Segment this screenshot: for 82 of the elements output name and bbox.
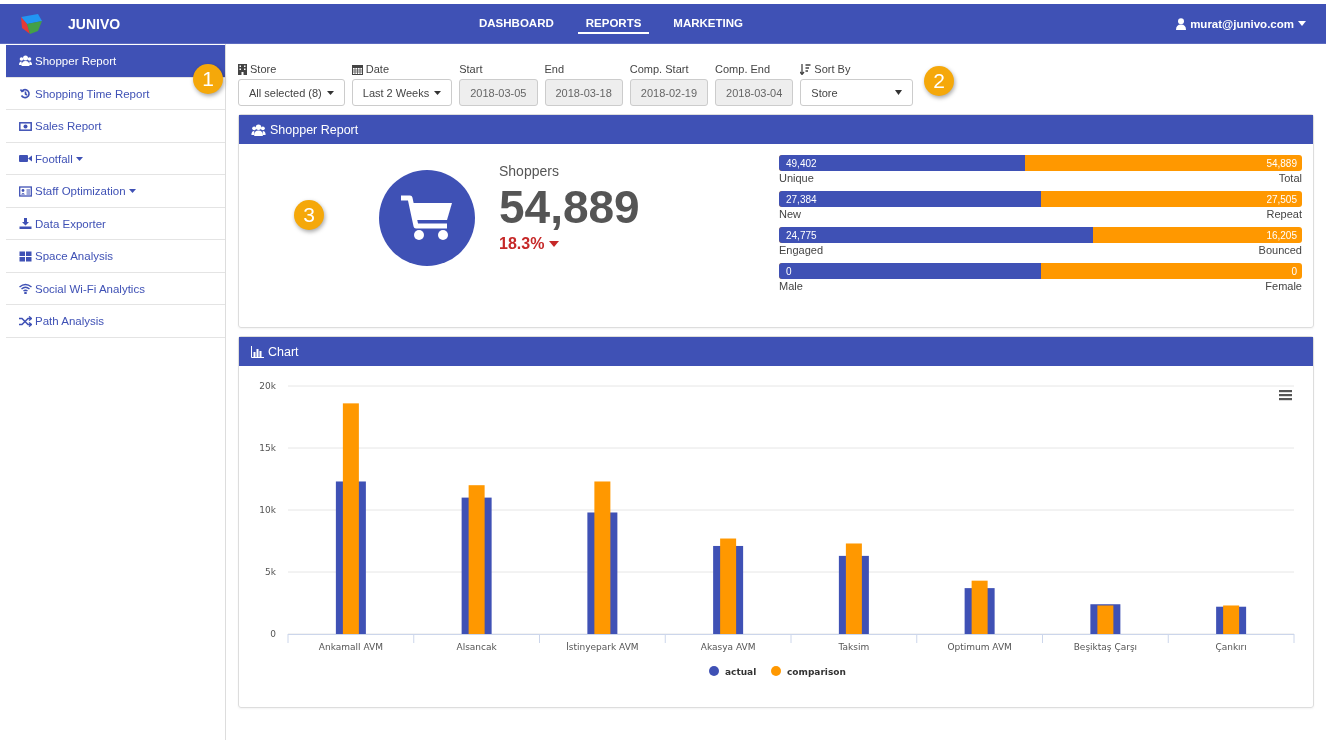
- sidebar-item[interactable]: Space Analysis: [6, 240, 225, 273]
- user-menu[interactable]: murat@junivo.com: [1176, 17, 1306, 30]
- legend-label[interactable]: actual: [725, 666, 757, 677]
- legend-label[interactable]: comparison: [787, 666, 846, 677]
- ratio-label: Male: [779, 280, 803, 292]
- callout-badge: 1: [193, 64, 223, 94]
- wifi-icon: [19, 283, 32, 294]
- user-icon: [1176, 17, 1187, 30]
- metric-value: 54,889: [499, 180, 641, 235]
- sidebar-item[interactable]: Path Analysis: [6, 305, 225, 338]
- x-tick-label: İstinyepark AVM: [566, 642, 639, 652]
- brand-name: JUNIVO: [68, 15, 121, 32]
- dropdown-button[interactable]: All selected (8): [238, 79, 345, 106]
- caret-icon: [895, 90, 903, 95]
- video-icon: [19, 153, 32, 164]
- panel-title: Shopper Report: [270, 122, 359, 137]
- ratio-bar: 49,402 54,889: [779, 155, 1302, 171]
- ratio-label: Total: [1278, 172, 1302, 184]
- filter-label: Date: [365, 63, 389, 75]
- x-tick-label: Çankırı: [1215, 642, 1247, 652]
- y-tick-label: 10k: [259, 505, 276, 515]
- ratio-bar: 27,384 27,505: [779, 191, 1302, 207]
- ratio-fill: 49,402: [779, 155, 1025, 171]
- nav-tab[interactable]: REPORTS: [577, 13, 650, 34]
- dropdown-button[interactable]: Last 2 Weeks: [351, 79, 453, 106]
- ratio-bar: 24,775 16,205: [779, 227, 1302, 243]
- sidebar-item[interactable]: Staff Optimization: [6, 175, 225, 208]
- ratio-label: New: [779, 208, 801, 220]
- sidebar-item[interactable]: Data Exporter: [6, 208, 225, 240]
- change-percent: 18.3%: [499, 235, 545, 253]
- ratio-bar: 0 0: [779, 263, 1302, 279]
- users-icon: [251, 123, 266, 136]
- x-tick-label: Beşiktaş Çarşı: [1073, 642, 1138, 652]
- filter-label: Comp. Start: [629, 63, 689, 75]
- callout-badge: 3: [294, 200, 324, 230]
- ratio-fill: 24,775: [779, 227, 1093, 243]
- filter-label: Sort By: [814, 63, 851, 75]
- ratio-label: Repeat: [1266, 208, 1302, 220]
- ratio-fill: 0: [779, 263, 1041, 279]
- x-tick-label: Akasya AVM: [700, 642, 756, 652]
- caret-icon: [1298, 21, 1306, 26]
- metric-label: Shoppers: [499, 163, 560, 179]
- download-icon: [19, 218, 32, 229]
- y-tick-label: 0: [270, 629, 276, 639]
- grid-icon: [19, 250, 32, 262]
- x-tick-label: Ankamall AVM: [318, 642, 383, 652]
- panel-title: Chart: [268, 344, 299, 359]
- filter-label: End: [544, 63, 565, 75]
- shuffle-icon: [19, 315, 32, 327]
- filter-label: Store: [250, 63, 277, 75]
- sidebar-item[interactable]: Sales Report: [6, 110, 225, 143]
- sidebar-item[interactable]: Social Wi-Fi Analytics: [6, 273, 225, 305]
- money-icon: [19, 120, 32, 132]
- ratio-label: Engaged: [779, 244, 824, 256]
- ratio-label: Bounced: [1258, 244, 1302, 256]
- x-tick-label: Alsancak: [456, 642, 497, 652]
- calendar-icon: [351, 63, 363, 75]
- nav-tab[interactable]: MARKETING: [665, 13, 751, 34]
- users-icon: [19, 55, 32, 66]
- caret-icon: [326, 90, 334, 95]
- y-tick-label: 15k: [259, 443, 276, 453]
- filter-label: Comp. End: [715, 63, 771, 75]
- sidebar-item[interactable]: Footfall: [6, 143, 225, 175]
- idcard-icon: [19, 185, 32, 197]
- logo-icon: [18, 12, 44, 35]
- x-tick-label: Taksim: [838, 642, 870, 652]
- bar-chart-icon: [251, 345, 264, 358]
- callout-badge: 2: [924, 66, 954, 96]
- menu-icon[interactable]: [1279, 390, 1292, 401]
- ratio-label: Unique: [779, 172, 814, 184]
- nav-tab[interactable]: DASHBOARD: [471, 13, 562, 34]
- caret-icon: [434, 90, 442, 95]
- history-icon: [19, 88, 32, 99]
- x-tick-label: Optimum AVM: [947, 642, 1012, 652]
- filter-label: Start: [459, 63, 483, 75]
- ratio-fill: 27,384: [779, 191, 1041, 207]
- ratio-label: Female: [1265, 280, 1302, 292]
- sort-icon: [800, 63, 812, 75]
- select-field[interactable]: Store: [800, 79, 914, 106]
- building-icon: [238, 63, 247, 75]
- y-tick-label: 20k: [259, 381, 276, 391]
- y-tick-label: 5k: [265, 567, 276, 577]
